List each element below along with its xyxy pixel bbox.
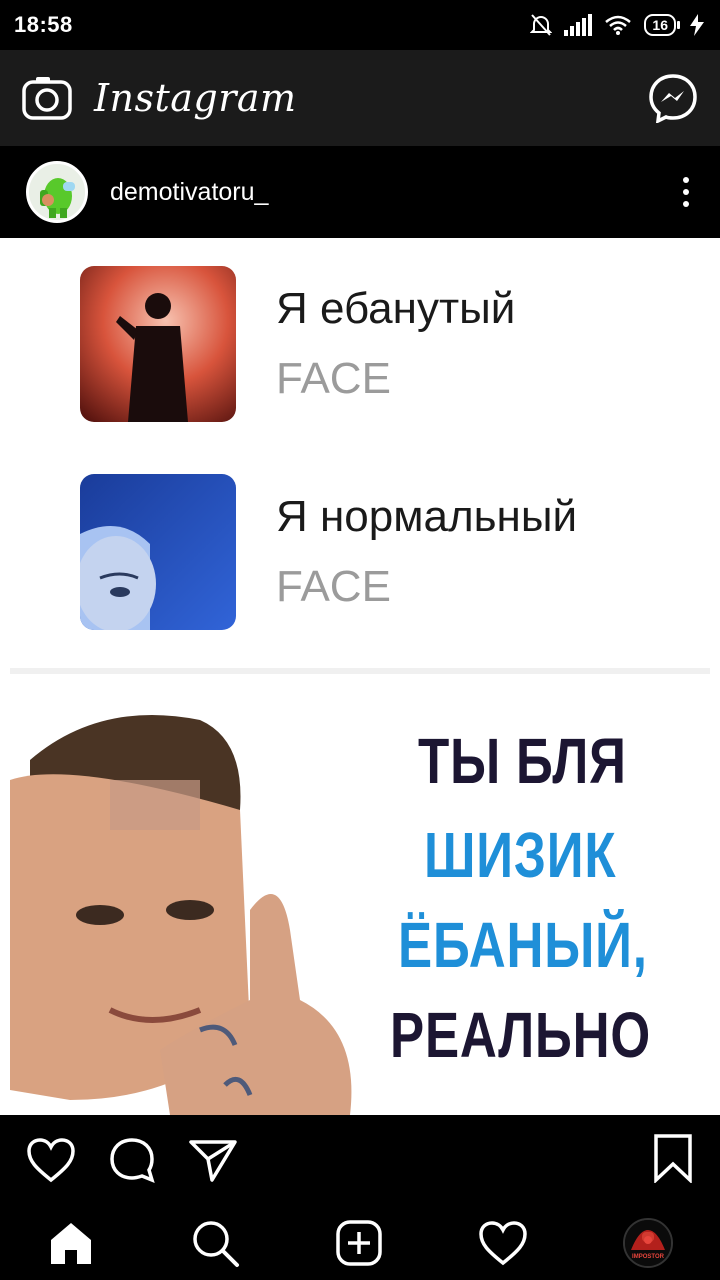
post-image[interactable]: Я ебанутый FACE Я нормальный FACE ТЫ БЛЯ… — [0, 238, 720, 1115]
profile-label: IMPOSTOR — [632, 1254, 665, 1260]
notification-dot — [644, 1236, 652, 1244]
messenger-icon[interactable] — [648, 73, 698, 123]
song-title: Я нормальный — [276, 492, 578, 541]
song-artist: FACE — [276, 354, 391, 403]
activity-heart-icon[interactable] — [478, 1220, 528, 1266]
charging-icon — [690, 14, 704, 36]
battery-level: 16 — [652, 17, 668, 33]
bottom-nav: IMPOSTOR — [0, 1205, 720, 1280]
meme-text-line: РЕАЛЬНО — [390, 999, 652, 1071]
image-divider — [10, 668, 710, 674]
post-username[interactable]: demotivatoru_ — [110, 178, 268, 207]
camera-icon[interactable] — [22, 76, 72, 120]
meme-text-line: ТЫ БЛЯ — [418, 725, 627, 797]
man-thumbs-up-photo — [10, 700, 360, 1115]
search-icon[interactable] — [190, 1218, 240, 1268]
add-post-icon[interactable] — [335, 1219, 383, 1267]
bookmark-icon[interactable] — [652, 1133, 694, 1184]
post-actions — [0, 1115, 720, 1205]
instagram-logo: Instagram — [94, 76, 297, 120]
album-thumbnail — [80, 474, 236, 630]
wifi-icon — [605, 15, 632, 35]
more-options-icon[interactable] — [676, 177, 696, 207]
status-bar: 18:58 16 — [0, 0, 720, 50]
music-card: Я нормальный FACE — [80, 474, 640, 630]
album-thumbnail — [80, 266, 236, 422]
mute-bell-icon — [530, 14, 553, 36]
song-artist: FACE — [276, 562, 391, 611]
post-header: demotivatoru_ — [0, 146, 720, 238]
home-icon[interactable] — [47, 1220, 95, 1266]
share-icon[interactable] — [188, 1137, 238, 1183]
comment-icon[interactable] — [108, 1136, 156, 1184]
signal-icon — [564, 14, 593, 36]
app-header: Instagram — [0, 50, 720, 146]
music-card: Я ебанутый FACE — [80, 266, 640, 422]
song-title: Я ебанутый — [276, 284, 516, 333]
meme-text-line: ЁБАНЫЙ, — [398, 909, 648, 981]
status-time: 18:58 — [14, 12, 73, 37]
battery-icon: 16 — [644, 14, 680, 36]
status-icons: 16 — [530, 13, 706, 37]
user-avatar[interactable] — [26, 161, 88, 223]
meme-text-line: ШИЗИК — [424, 819, 617, 891]
heart-icon[interactable] — [26, 1137, 76, 1183]
